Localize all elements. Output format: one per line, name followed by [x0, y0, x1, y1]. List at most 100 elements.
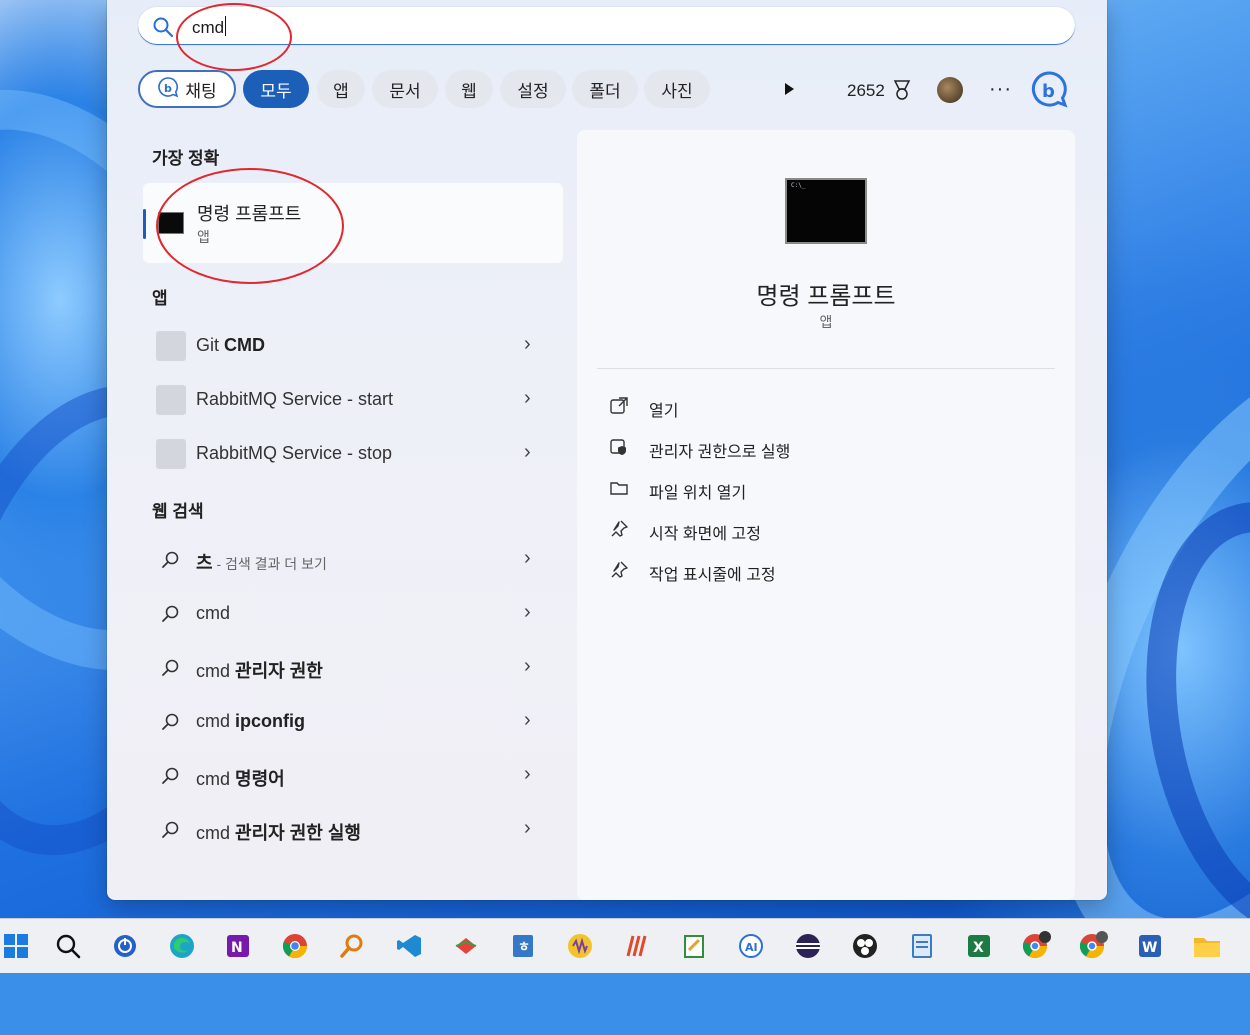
hwp-icon[interactable]: ㅎ: [507, 930, 539, 962]
search-icon: [161, 658, 181, 683]
power-automate-icon[interactable]: [109, 930, 141, 962]
detail-title: 명령 프롬프트: [756, 283, 896, 310]
svg-text:N: N: [231, 940, 243, 956]
pin-icon: [609, 519, 629, 544]
detail-panel: C:\_ 명령 프롬프트 앱 열기 관리자 권한으로 실행 파일 위치 열기 시…: [577, 130, 1075, 900]
annotation-circle-best-match: [156, 168, 344, 284]
filter-all-tab[interactable]: 모두: [243, 70, 309, 108]
play-more-icon[interactable]: [780, 80, 798, 103]
app-result-git-cmd[interactable]: Git CMD ›: [143, 323, 563, 369]
chevron-right-icon[interactable]: ›: [524, 333, 531, 356]
excel-icon[interactable]: X: [963, 930, 995, 962]
pin-icon: [609, 560, 629, 585]
action-label: 열기: [649, 403, 679, 420]
chevron-right-icon[interactable]: ›: [524, 709, 531, 732]
filter-chat-label: 채팅: [185, 81, 217, 101]
windows-start-icon[interactable]: [0, 930, 32, 962]
web-result-more[interactable]: 츠 - 검색 결과 더 보기 ›: [143, 537, 563, 583]
chevron-right-icon[interactable]: ›: [524, 601, 531, 624]
app-icon[interactable]: AI: [735, 930, 767, 962]
chevron-right-icon[interactable]: ›: [524, 387, 531, 410]
web-result-cmd[interactable]: cmd ›: [143, 591, 563, 637]
filter-apps-tab[interactable]: 앱: [317, 70, 365, 108]
rewards-medal-icon: [892, 79, 912, 106]
search-icon: [152, 16, 174, 43]
action-open-file-location[interactable]: 파일 위치 열기: [609, 474, 909, 504]
search-icon: [161, 820, 181, 845]
svg-text:AI: AI: [745, 941, 758, 954]
chrome-profile-2-icon[interactable]: [1077, 930, 1109, 962]
chevron-right-icon[interactable]: ›: [524, 547, 531, 570]
svg-text:ㅎ: ㅎ: [518, 940, 530, 955]
app-result-label: RabbitMQ Service - stop: [196, 443, 393, 463]
filter-documents-tab[interactable]: 문서: [372, 70, 438, 108]
action-pin-to-start[interactable]: 시작 화면에 고정: [609, 515, 909, 545]
kite-icon[interactable]: [450, 930, 482, 962]
svg-text:b: b: [164, 82, 172, 95]
svg-text:b: b: [1042, 81, 1055, 102]
onenote-icon[interactable]: N: [222, 930, 254, 962]
rewards-points[interactable]: 2652: [847, 81, 885, 101]
audio-icon[interactable]: [564, 930, 596, 962]
filter-apps-label: 앱: [333, 81, 349, 101]
filter-all-label: 모두: [260, 81, 292, 101]
edge-icon[interactable]: [166, 930, 198, 962]
divider: [597, 368, 1055, 369]
filter-web-label: 웹: [461, 81, 477, 101]
web-result-cmd-commands[interactable]: cmd 명령어 ›: [143, 753, 563, 799]
start-search-panel: cmd b 채팅 모두 앱 문서 웹 설정 폴더 사진 2652 ··· b 가…: [107, 0, 1107, 900]
action-label: 작업 표시줄에 고정: [649, 567, 776, 584]
app-result-label: Git CMD: [196, 335, 266, 355]
bing-icon[interactable]: b: [1029, 70, 1069, 115]
filter-photos-tab[interactable]: 사진: [644, 70, 710, 108]
filter-photos-label: 사진: [661, 81, 693, 101]
web-result-label: cmd 명령어: [196, 769, 285, 789]
filter-chat-button[interactable]: b 채팅: [138, 70, 236, 108]
filter-folders-tab[interactable]: 폴더: [572, 70, 638, 108]
search-icon[interactable]: [52, 930, 84, 962]
chevron-right-icon[interactable]: ›: [524, 655, 531, 678]
obs-icon[interactable]: [849, 930, 881, 962]
filter-web-tab[interactable]: 웹: [445, 70, 493, 108]
search-icon: [161, 712, 181, 737]
filter-documents-label: 문서: [389, 81, 421, 101]
filter-settings-tab[interactable]: 설정: [500, 70, 566, 108]
search-icon: [161, 604, 181, 629]
svg-text:X: X: [973, 940, 984, 956]
shield-icon: [609, 437, 629, 462]
web-result-cmd-admin[interactable]: cmd 관리자 권한 ›: [143, 645, 563, 691]
chevron-right-icon[interactable]: ›: [524, 441, 531, 464]
web-result-cmd-admin-run[interactable]: cmd 관리자 권한 실행 ›: [143, 807, 563, 853]
chrome-icon[interactable]: [279, 930, 311, 962]
filter-settings-label: 설정: [517, 81, 549, 101]
app-result-rabbitmq-start[interactable]: RabbitMQ Service - start ›: [143, 377, 563, 423]
chevron-right-icon[interactable]: ›: [524, 817, 531, 840]
selection-indicator: [143, 209, 146, 239]
eclipse-icon[interactable]: [792, 930, 824, 962]
more-options-icon[interactable]: ···: [989, 78, 1012, 101]
chevron-right-icon[interactable]: ›: [524, 763, 531, 786]
action-pin-to-taskbar[interactable]: 작업 표시줄에 고정: [609, 556, 909, 586]
taskbar: N ㅎ AI X W: [0, 918, 1250, 973]
app-result-rabbitmq-stop[interactable]: RabbitMQ Service - stop ›: [143, 431, 563, 477]
notepad-plus-icon[interactable]: [906, 930, 938, 962]
notepad-icon[interactable]: [678, 930, 710, 962]
annotation-circle-search: [176, 3, 292, 71]
action-run-as-admin[interactable]: 관리자 권한으로 실행: [609, 433, 909, 463]
rabbitmq-start-icon: [156, 385, 186, 415]
command-prompt-large-icon: C:\_: [785, 178, 867, 244]
filter-folders-label: 폴더: [589, 81, 621, 101]
bing-chat-icon: b: [157, 76, 179, 103]
search-everything-icon[interactable]: [336, 930, 368, 962]
web-search-heading: 웹 검색: [152, 502, 204, 521]
web-result-label: cmd ipconfig: [196, 711, 306, 731]
action-label: 관리자 권한으로 실행: [649, 444, 791, 461]
avatar[interactable]: [937, 77, 963, 103]
file-explorer-icon[interactable]: [1191, 930, 1223, 962]
vscode-icon[interactable]: [393, 930, 425, 962]
pen-icon[interactable]: [621, 930, 653, 962]
action-open[interactable]: 열기: [609, 392, 909, 422]
web-result-cmd-ipconfig[interactable]: cmd ipconfig ›: [143, 699, 563, 745]
chrome-profile-icon[interactable]: [1020, 930, 1052, 962]
word-icon[interactable]: W: [1134, 930, 1166, 962]
